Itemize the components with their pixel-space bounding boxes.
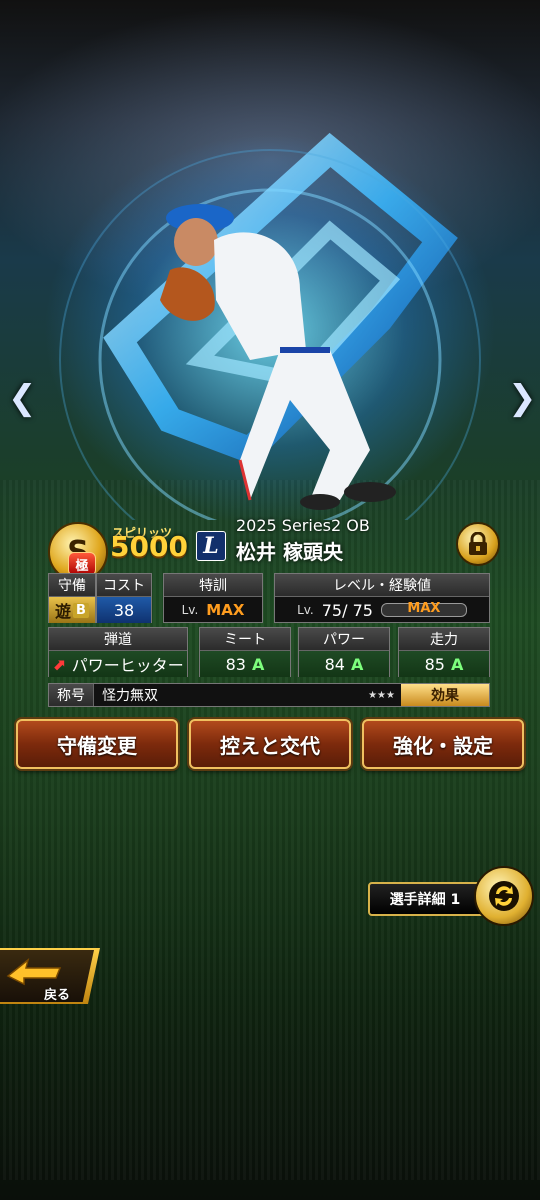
level-lv-prefix: Lv. [297, 603, 314, 617]
power-label: パワー [299, 628, 389, 651]
lock-button[interactable] [456, 522, 500, 566]
lock-icon [469, 532, 487, 555]
cost-value: 38 [97, 597, 151, 623]
exp-bar: MAX [380, 601, 467, 617]
title-stars: ★★★ [368, 689, 395, 701]
title-label: 称号 [49, 684, 94, 706]
exp-value: MAX [407, 601, 441, 616]
chevron-right-icon[interactable]: ❯ [508, 378, 537, 418]
player-name: 松井 稼頭央 [236, 540, 343, 564]
special-training-label: 特訓 [164, 574, 262, 597]
speed-label: 走力 [399, 628, 489, 651]
lv-prefix: Lv. [181, 603, 199, 617]
back-label[interactable]: 戻る [44, 984, 70, 1003]
meet-cell: ミート 83 A [199, 627, 291, 677]
trajectory-value-row: ⬈ パワーヒッター [49, 651, 187, 677]
meet-label: ミート [200, 628, 290, 651]
title-value: 怪力無双 [102, 688, 158, 704]
defense-grade: B [73, 602, 89, 618]
arrow-up-icon: ⬈ [52, 654, 66, 674]
trajectory-label: 弾道 [49, 628, 187, 651]
power-grade: A [350, 654, 364, 674]
level-label: レベル・経験値 [275, 574, 489, 597]
team-logo: L [196, 531, 226, 561]
swap-bench-button[interactable]: 控えと交代 [189, 719, 351, 769]
power-value: 84 [324, 654, 345, 674]
effect-button[interactable]: 効果 [401, 684, 489, 706]
change-defense-button[interactable]: 守備変更 [16, 719, 178, 769]
level-value: 75/ 75 [321, 600, 373, 620]
defense-cell[interactable]: 守備 遊B [48, 573, 96, 623]
card-series: 2025 Series2 OB [236, 516, 370, 535]
player-detail-button[interactable]: 選手詳細 1 [368, 882, 482, 916]
upgrade-settings-button[interactable]: 強化・設定 [362, 719, 524, 769]
meet-value-row: 83 A [200, 651, 290, 677]
spirits-value: 5000 [110, 530, 188, 563]
meet-grade: A [251, 654, 265, 674]
special-training-value: MAX [206, 601, 245, 619]
swap-detail-button[interactable] [474, 866, 534, 926]
speed-value-row: 85 A [399, 651, 489, 677]
defense-position: 遊B [49, 597, 95, 623]
power-value-row: 84 A [299, 651, 389, 677]
power-cell: パワー 84 A [298, 627, 390, 677]
cost-label: コスト [97, 574, 151, 597]
special-training-value-row: Lv. MAX [164, 597, 262, 623]
chevron-left-icon[interactable]: ❮ [8, 378, 37, 418]
back-arrow-icon [6, 958, 62, 986]
meet-value: 83 [225, 654, 246, 674]
defense-pos: 遊 [55, 602, 72, 621]
level-value-row: Lv. 75/ 75 MAX [275, 597, 489, 623]
trajectory-value: パワーヒッター [71, 656, 184, 675]
trajectory-cell: 弾道 ⬈ パワーヒッター [48, 627, 188, 677]
player-portrait [160, 204, 396, 510]
level-cell: レベル・経験値 Lv. 75/ 75 MAX [274, 573, 490, 623]
swap-icon [489, 881, 519, 911]
defense-label: 守備 [49, 574, 95, 597]
special-training-cell: 特訓 Lv. MAX [163, 573, 263, 623]
title-row: 称号 怪力無双 ★★★ 効果 [48, 683, 490, 707]
speed-grade: A [450, 654, 464, 674]
cost-cell: コスト 38 [96, 573, 152, 623]
speed-cell: 走力 85 A [398, 627, 490, 677]
speed-value: 85 [424, 654, 445, 674]
